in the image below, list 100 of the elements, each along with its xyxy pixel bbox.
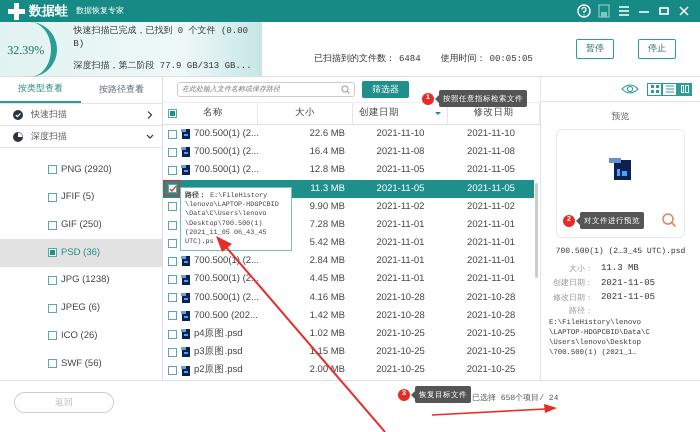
checkbox[interactable] [168, 366, 177, 376]
file-size: 11.3 MB [310, 182, 345, 196]
checkbox[interactable] [168, 184, 177, 194]
checkbox[interactable] [48, 304, 57, 313]
checkbox[interactable] [168, 256, 177, 266]
file-size: 5.42 MB [310, 236, 345, 250]
checkbox[interactable] [48, 331, 57, 340]
eye-icon[interactable] [621, 83, 639, 95]
checkbox[interactable] [168, 109, 177, 118]
file-type-item[interactable]: GIF (250) [0, 211, 162, 240]
detail-label: 大小： [568, 262, 593, 275]
file-size: 16.4 MB [310, 145, 345, 160]
file-row[interactable]: 16.4 MB 2021-11-08 2021-11-08 [293, 143, 534, 162]
file-type-item[interactable]: ICO (26) [0, 322, 162, 350]
scan-section[interactable]: 快速扫描 [0, 104, 162, 126]
file-size: 1.42 MB [310, 308, 345, 323]
checkbox[interactable] [168, 311, 177, 320]
view-mode-button[interactable] [677, 82, 692, 96]
file-type-item[interactable]: PNG (2920) [0, 156, 162, 184]
checkbox[interactable] [168, 238, 177, 248]
created-date: 2021-11-10 [376, 126, 424, 141]
checkbox[interactable] [48, 165, 57, 174]
checkbox[interactable] [168, 293, 177, 302]
created-date: 2021-11-08 [376, 145, 424, 160]
view-tab[interactable]: 按类型查看 [0, 77, 81, 103]
checkbox[interactable] [48, 193, 57, 202]
chevron-down-icon [146, 132, 154, 140]
file-type-item[interactable]: SWF (56) [0, 350, 162, 378]
checkbox[interactable] [168, 166, 177, 175]
file-icon [181, 274, 190, 285]
file-size: 2.84 MB [310, 254, 345, 268]
view-tab[interactable]: 按路径查看 [81, 77, 162, 103]
checkbox[interactable] [48, 248, 57, 258]
detail-label: 创建日期： [552, 277, 593, 290]
file-icon [181, 147, 190, 158]
checkbox[interactable] [48, 276, 57, 286]
file-icon [181, 347, 190, 358]
elapsed-time: 00:05:05 [490, 52, 533, 66]
created-date: 2021-10-25 [376, 363, 425, 378]
logo-icon [8, 2, 25, 20]
scrollbar[interactable] [535, 183, 538, 278]
created-date: 2021-11-01 [376, 254, 424, 268]
checkbox[interactable] [168, 348, 177, 357]
created-date: 2021-11-01 [376, 218, 424, 232]
checkbox[interactable] [168, 202, 177, 212]
created-date: 2021-11-01 [376, 236, 424, 250]
file-type-item[interactable]: JPG (1238) [0, 266, 162, 294]
modified-date: 2021-11-10 [467, 126, 515, 141]
file-name: p4原图.psd [194, 327, 243, 342]
checkbox[interactable] [48, 220, 57, 230]
file-row[interactable]: 1.02 MB 2021-10-25 2021-10-25 [293, 325, 534, 344]
created-date: 2021-11-05 [376, 182, 424, 196]
file-type-item[interactable]: JPEG (6) [0, 294, 162, 322]
help-icon[interactable] [576, 3, 592, 19]
scan-section[interactable]: 深度扫描 [0, 126, 162, 148]
detail-value: 2021-11-05 [601, 291, 656, 304]
file-type-item[interactable]: JFIF (5) [0, 184, 162, 212]
checkbox[interactable] [168, 130, 177, 139]
checkbox[interactable] [48, 359, 57, 368]
modified-date: 2021-11-01 [467, 218, 515, 232]
files-label: 已扫描到的文件数： [314, 52, 395, 66]
toolbar-button[interactable]: 暂停 [576, 39, 614, 59]
checkbox[interactable] [168, 220, 177, 230]
checkbox[interactable] [168, 148, 177, 157]
file-row[interactable]: 4.16 MB 2021-10-28 2021-10-28 [293, 288, 534, 307]
list-view-icon [666, 85, 674, 93]
view-mode-button[interactable] [647, 82, 662, 96]
file-row[interactable]: 2.84 MB 2021-11-01 2021-11-01 [293, 252, 534, 270]
app-subtitle: 数据恢复专家 [76, 5, 124, 17]
file-icon [181, 366, 190, 376]
zoom-icon[interactable] [662, 212, 676, 226]
file-size: 1.02 MB [310, 327, 345, 342]
toolbar-button[interactable]: 停止 [638, 39, 676, 59]
check-circle-icon [13, 110, 23, 120]
checkbox[interactable] [168, 275, 177, 284]
sort-icon [435, 112, 441, 115]
detail-value: 2021-11-05 [601, 276, 656, 290]
created-date: 2021-10-28 [376, 290, 425, 305]
detail-label: 路径： [568, 305, 593, 317]
modified-date: 2021-11-01 [467, 254, 515, 268]
file-size: 4.16 MB [310, 290, 345, 305]
column-header[interactable]: 大小 [258, 103, 353, 124]
file-row[interactable]: 7.28 MB 2021-11-01 2021-11-01 [293, 216, 534, 234]
filter-button[interactable]: 筛选器 [362, 80, 409, 98]
column-header[interactable]: 名称 [163, 103, 258, 124]
file-row[interactable]: 22.6 MB 2021-11-10 2021-11-10 [293, 125, 534, 144]
file-size: 4.45 MB [310, 272, 345, 286]
highlight-frame [164, 180, 180, 196]
view-mode-button[interactable] [662, 82, 677, 96]
checkbox[interactable] [168, 330, 177, 339]
file-row[interactable]: 1.42 MB 2021-10-28 2021-10-28 [293, 306, 534, 326]
file-row[interactable]: 9.90 MB 2021-11-02 2021-11-02 [293, 198, 534, 216]
modified-date: 2021-11-08 [467, 145, 515, 160]
file-row[interactable]: 12.8 MB 2021-11-05 2021-11-05 [293, 161, 534, 180]
save-icon[interactable] [596, 3, 612, 19]
file-row[interactable]: 4.45 MB 2021-11-01 2021-11-01 [293, 270, 534, 289]
file-icon [181, 256, 190, 266]
file-size: 9.90 MB [310, 200, 345, 214]
file-row[interactable]: 5.42 MB 2021-11-01 2021-11-01 [293, 234, 534, 252]
file-size: 7.28 MB [310, 218, 345, 232]
